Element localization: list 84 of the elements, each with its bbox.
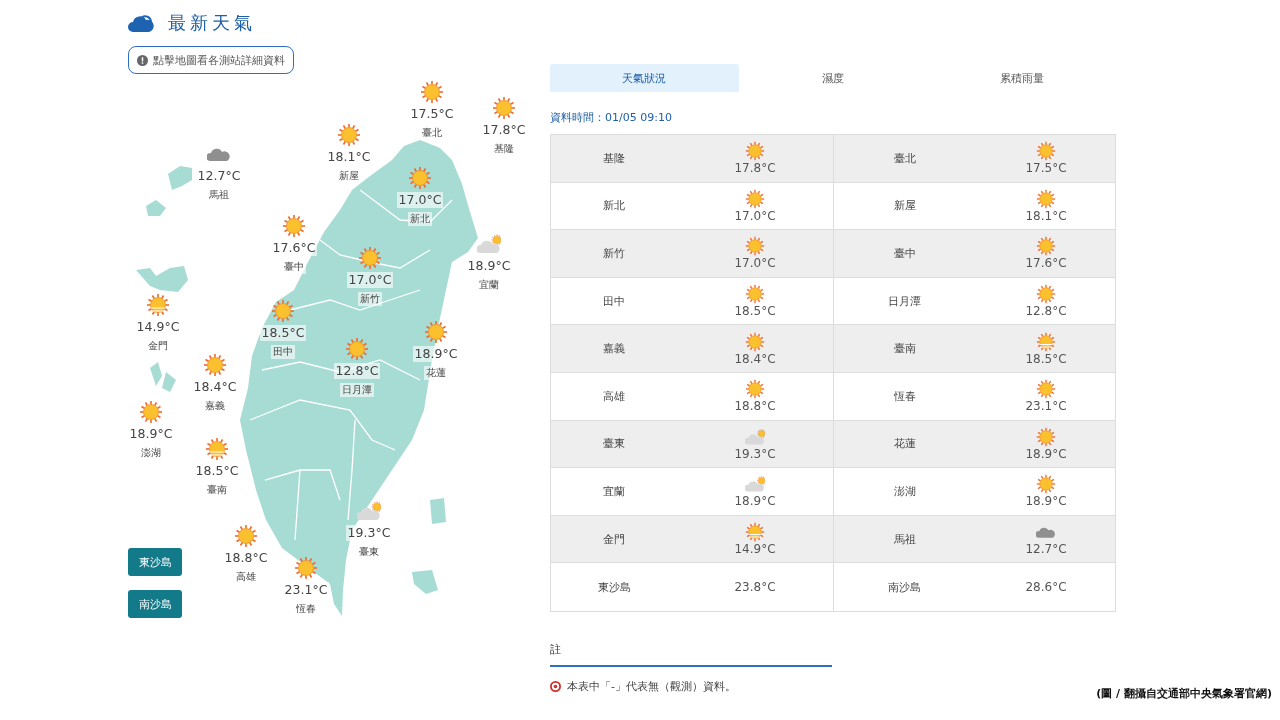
island-drawing <box>146 200 166 216</box>
table-cell: 馬祖 <box>833 515 975 563</box>
station-name: 日月潭 <box>340 383 374 397</box>
island-drawing <box>150 362 162 386</box>
table-cell-text: 新竹 <box>602 246 626 262</box>
temperature-label: 18.9°C <box>412 346 460 362</box>
temperature-value: 18.9°C <box>1025 446 1067 461</box>
island-drawing <box>430 498 446 524</box>
temperature-value: 17.6°C <box>1025 256 1067 271</box>
temperature-label: 17.0°C <box>396 192 444 208</box>
station-name: 嘉義 <box>203 399 227 413</box>
table-cell-text: 田中 <box>602 293 626 310</box>
temperature-value: 14.9°C <box>734 542 776 557</box>
temperature-value: 17.0°C <box>734 208 776 223</box>
table-cell: 日月潭 <box>833 277 975 325</box>
temperature-label: 18.5°C <box>259 325 307 341</box>
temperature-value: 18.5°C <box>734 304 776 319</box>
temperature-value: 28.6°C <box>1025 580 1067 595</box>
island-button[interactable]: 南沙島 <box>128 590 182 618</box>
station-name: 澎湖 <box>139 446 163 460</box>
cloud-icon <box>128 13 154 33</box>
image-credit: (圖 / 翻攝自交通部中央氣象署官網) <box>1096 686 1272 701</box>
temperature-label: 12.8°C <box>333 363 381 379</box>
island-drawing <box>162 372 176 392</box>
island-drawing <box>412 570 438 594</box>
station-name: 馬祖 <box>207 188 231 202</box>
table-cell-text: 宜蘭 <box>602 483 626 500</box>
temperature-value: 17.0°C <box>734 256 776 271</box>
table-cell-text: 基隆 <box>602 150 626 167</box>
table-cell-text: 東沙島 <box>596 579 632 596</box>
station-name: 基隆 <box>492 142 516 156</box>
temperature-value: 18.4°C <box>734 351 776 366</box>
temperature-value: 12.7°C <box>1025 542 1067 557</box>
table-cell: 花蓮 <box>833 420 975 468</box>
temperature-value: 18.8°C <box>734 399 776 414</box>
table-cell-text: 高雄 <box>602 388 626 405</box>
bullet-icon <box>550 680 561 692</box>
temperature-value: 18.9°C <box>734 494 776 509</box>
table-cell: 恆春 <box>833 372 975 420</box>
table-cell: 新屋 <box>833 182 975 230</box>
station-name: 宜蘭 <box>477 278 501 292</box>
page-title: 最新天氣 <box>168 11 256 35</box>
temperature-value: 18.1°C <box>1025 208 1067 223</box>
table-cell-text: 金門 <box>602 531 626 548</box>
notes-title: 註 <box>550 641 832 667</box>
temperature-value: 23.1°C <box>1025 399 1067 414</box>
temperature-label: 17.6°C <box>270 240 318 256</box>
table-cell: 南沙島 <box>833 563 975 611</box>
station-name: 新屋 <box>337 169 361 183</box>
note-text: 本表中「-」代表無（觀測）資料。 <box>567 678 736 694</box>
temperature-value: 17.8°C <box>734 161 776 176</box>
station-name: 金門 <box>146 339 170 353</box>
table-cell-text: 新北 <box>602 198 626 215</box>
station-name: 高雄 <box>234 570 258 584</box>
temperature-value: 19.3°C <box>734 446 776 461</box>
temperature-value: 23.8°C <box>734 580 776 595</box>
info-icon <box>137 54 148 66</box>
tab[interactable]: 天氣狀況 <box>550 64 739 92</box>
data-time: 資料時間：01/05 09:10 <box>550 110 673 124</box>
island-button[interactable]: 東沙島 <box>128 548 182 576</box>
table-cell-text: 臺東 <box>602 436 626 453</box>
temperature-value: 12.8°C <box>1025 304 1067 319</box>
station-name: 臺東 <box>357 545 381 559</box>
station-name: 臺中 <box>282 260 306 274</box>
station-name: 恆春 <box>294 602 318 616</box>
temperature-value: 18.9°C <box>1025 494 1067 509</box>
table-cell: 臺北 <box>833 135 975 182</box>
table-cell: 臺中 <box>833 230 975 277</box>
station-name: 田中 <box>271 345 295 359</box>
station-name: 新北 <box>408 212 432 226</box>
table-cell-text: 嘉義 <box>602 341 626 358</box>
table-cell: 臺南 <box>833 325 975 372</box>
temperature-label: 17.0°C <box>346 272 394 288</box>
station-name: 花蓮 <box>424 366 448 380</box>
temperature-value: 18.5°C <box>1025 351 1067 366</box>
station-name: 臺南 <box>205 483 229 497</box>
station-name: 臺北 <box>420 126 444 140</box>
island-drawing <box>136 266 188 292</box>
temperature-label: 19.3°C <box>345 525 393 541</box>
station-name: 新竹 <box>358 292 382 306</box>
temperature-value: 17.5°C <box>1025 161 1067 176</box>
table-cell: 澎湖 <box>833 468 975 515</box>
map-hint-button[interactable]: 點擊地圖看各測站詳細資料 <box>128 46 294 74</box>
island-drawing <box>168 166 192 190</box>
